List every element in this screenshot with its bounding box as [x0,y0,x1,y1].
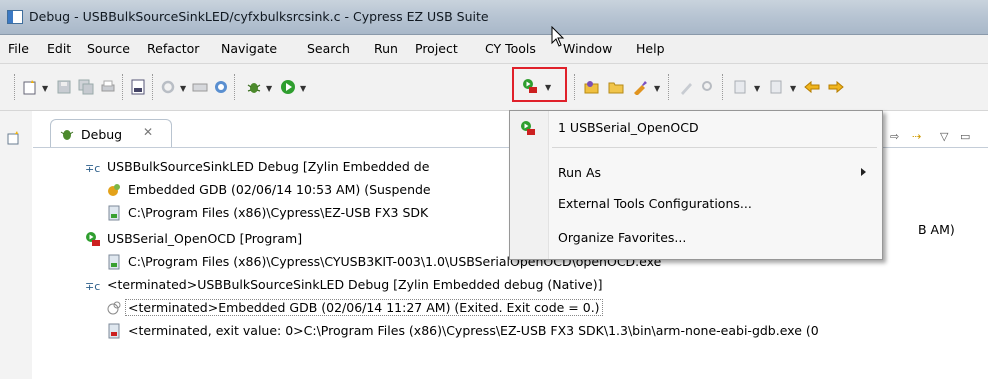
submenu-arrow-icon [861,168,866,176]
build-icon[interactable] [160,79,176,95]
menu-source[interactable]: Source [87,41,130,56]
executable-icon [108,205,120,221]
menu-refactor[interactable]: Refactor [147,41,199,56]
debug-icon[interactable] [246,79,262,95]
use-step-filters-icon[interactable]: ⇢ [912,130,921,143]
highlight-box [512,67,567,102]
run-dropdown-icon[interactable]: ▼ [300,84,306,93]
menu-item-label: Run As [558,165,602,180]
menu-window[interactable]: Window [563,41,612,56]
brush-dropdown-icon[interactable]: ▼ [654,84,660,93]
refresh-icon[interactable] [213,79,229,95]
menu-item-run-as[interactable]: Run As [510,160,882,186]
program-launch-icon [86,232,100,246]
launch-icon: ∓c [85,162,100,175]
tree-row-label: Embedded GDB (02/06/14 10:53 AM) (Suspen… [128,182,431,197]
save-icon[interactable] [56,79,72,95]
tree-row-label: C:\Program Files (x86)\Cypress\EZ-USB FX… [128,205,429,220]
menu-item-usbserial-openocd[interactable]: 1 USBSerial_OpenOCD [510,115,882,141]
view-menu-icon[interactable]: ▽ [940,130,948,143]
menu-cy-tools[interactable]: CY Tools [485,41,536,56]
app-icon [7,10,23,24]
external-tools-menu: 1 USBSerial_OpenOCD Run As External Tool… [509,110,883,260]
menu-file[interactable]: File [8,41,29,56]
menu-search[interactable]: Search [307,41,350,56]
svg-text:∓c: ∓c [85,280,100,293]
window-title: Debug - USBBulkSourceSinkLED/cyfxbulksrc… [29,9,489,24]
run-icon[interactable] [280,79,296,95]
menu-item-label: Organize Favorites... [558,230,687,245]
brush-icon[interactable] [632,79,648,95]
launch-icon: ∓c [85,280,100,293]
gdb-process-icon [108,184,120,196]
window-titlebar: Debug - USBBulkSourceSinkLED/cyfxbulksrc… [0,0,988,35]
new-file-icon[interactable] [22,79,38,95]
tree-row-label: B AM) [918,222,955,237]
terminated-process-icon [107,301,121,315]
prev-annotation-dropdown-icon[interactable]: ▼ [790,84,796,93]
save-all-icon[interactable] [78,79,94,95]
tree-row-label: <terminated>USBBulkSourceSinkLED Debug [… [107,277,603,292]
run-config-icon [521,121,535,135]
close-tab-icon[interactable]: ✕ [143,125,153,139]
debug-dropdown-icon[interactable]: ▼ [266,84,272,93]
tree-row-label: USBBulkSourceSinkLED Debug [Zylin Embedd… [107,159,430,174]
menu-project[interactable]: Project [415,41,458,56]
tab-debug[interactable]: Debug ✕ [50,119,172,148]
menu-navigate[interactable]: Navigate [221,41,277,56]
memory-icon[interactable] [192,79,208,95]
toolbar-separator [14,74,15,100]
terminated-executable-icon [108,323,120,339]
toolbar-separator [234,74,235,100]
next-annotation-icon[interactable] [732,79,748,95]
perspective-strip [0,111,32,379]
svg-text:∓c: ∓c [85,162,100,175]
debug-view-icon [60,130,74,140]
next-annotation-dropdown-icon[interactable]: ▼ [754,84,760,93]
menu-run[interactable]: Run [374,41,398,56]
binary-file-icon[interactable] [130,79,146,95]
menu-item-organize-favorites[interactable]: Organize Favorites... [510,225,882,251]
print-icon[interactable] [100,79,116,95]
prev-annotation-icon[interactable] [768,79,784,95]
menu-item-external-tools-configurations[interactable]: External Tools Configurations... [510,191,882,217]
tab-debug-label: Debug [81,127,123,142]
open-folder-icon[interactable] [608,79,624,95]
open-perspective-icon[interactable] [6,130,22,146]
mouse-cursor-icon [551,26,565,47]
toolbar-separator [668,74,669,100]
search-tool-icon[interactable] [700,79,716,95]
menu-edit[interactable]: Edit [47,41,71,56]
back-icon[interactable] [804,79,820,95]
menubar: File Edit Source Refactor Navigate Searc… [0,35,988,64]
new-dropdown-icon[interactable]: ▼ [42,84,48,93]
pen-icon[interactable] [678,79,694,95]
main-toolbar: ▼ ▼ ▼ ▼ ▼ ▼ ▼ ▼ [0,64,988,111]
step-return-icon[interactable]: ⇨ [890,130,899,143]
minimize-view-icon[interactable]: ▭ [960,130,970,143]
menu-help[interactable]: Help [636,41,665,56]
tree-row-label: USBSerial_OpenOCD [Program] [107,231,303,246]
tree-row-label: <terminated>Embedded GDB (02/06/14 11:27… [125,299,603,316]
toolbar-separator [722,74,723,100]
tree-row-label: <terminated, exit value: 0>C:\Program Fi… [128,323,819,338]
new-project-icon[interactable] [584,79,600,95]
executable-icon [108,254,120,270]
forward-icon[interactable] [828,79,844,95]
build-dropdown-icon[interactable]: ▼ [180,84,186,93]
menu-item-label: External Tools Configurations... [558,196,752,211]
toolbar-separator [152,74,153,100]
menu-item-label: 1 USBSerial_OpenOCD [558,120,699,135]
toolbar-separator [122,74,123,100]
toolbar-separator [574,74,575,100]
menu-divider [552,147,877,148]
